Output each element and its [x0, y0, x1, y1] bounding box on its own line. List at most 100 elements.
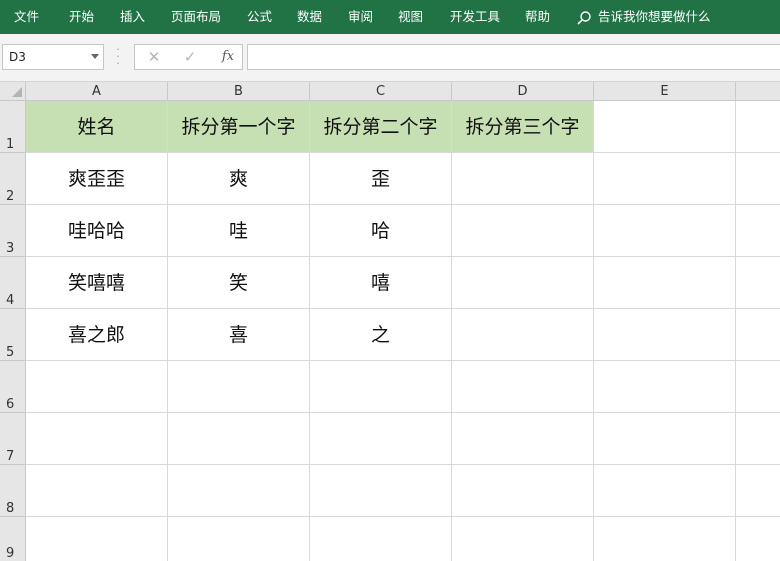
- cell-text: 拆分第二个字: [323, 116, 438, 138]
- tab-view[interactable]: 视图: [398, 0, 423, 34]
- column-header-d[interactable]: D: [452, 82, 594, 101]
- cell-a3[interactable]: 哇哈哈: [26, 205, 168, 257]
- cell-d5[interactable]: [452, 309, 594, 361]
- cell-b9[interactable]: [168, 517, 310, 561]
- cell-f7[interactable]: [736, 413, 780, 465]
- cancel-icon[interactable]: ✕: [139, 45, 169, 69]
- cell-a9[interactable]: [26, 517, 168, 561]
- cell-d7[interactable]: [452, 413, 594, 465]
- tab-file[interactable]: 文件: [14, 0, 39, 34]
- cell-f2[interactable]: [736, 153, 780, 205]
- spreadsheet-grid: A B C D E 1 2 3 4 5 6 7 8 9 姓名 拆分第一个字 拆分第二…: [0, 82, 780, 561]
- tab-insert[interactable]: 插入: [120, 0, 145, 34]
- cell-a6[interactable]: [26, 361, 168, 413]
- tab-page-layout[interactable]: 页面布局: [171, 0, 221, 34]
- row-number: 6: [6, 397, 15, 412]
- column-header-f[interactable]: [736, 82, 780, 101]
- cell-a4[interactable]: 笑嘻嘻: [26, 257, 168, 309]
- tab-data[interactable]: 数据: [297, 0, 322, 34]
- cell-b6[interactable]: [168, 361, 310, 413]
- cell-b1[interactable]: 拆分第一个字: [168, 101, 310, 153]
- cell-d1[interactable]: 拆分第三个字: [452, 101, 594, 153]
- cell-b2[interactable]: 爽: [168, 153, 310, 205]
- cell-f9[interactable]: [736, 517, 780, 561]
- cell-c8[interactable]: [310, 465, 452, 517]
- cell-e3[interactable]: [594, 205, 736, 257]
- cell-e5[interactable]: [594, 309, 736, 361]
- row-header-9[interactable]: 9: [0, 517, 26, 561]
- tab-formulas[interactable]: 公式: [247, 0, 272, 34]
- cell-a5[interactable]: 喜之郎: [26, 309, 168, 361]
- cell-e4[interactable]: [594, 257, 736, 309]
- row-header-8[interactable]: 8: [0, 465, 26, 517]
- cell-c2[interactable]: 歪: [310, 153, 452, 205]
- drag-handle-icon[interactable]: · · ·: [115, 44, 121, 69]
- cell-f6[interactable]: [736, 361, 780, 413]
- cell-text: 爽歪歪: [67, 168, 125, 190]
- enter-icon[interactable]: ✓: [175, 45, 205, 69]
- cell-a7[interactable]: [26, 413, 168, 465]
- cell-d3[interactable]: [452, 205, 594, 257]
- cell-d6[interactable]: [452, 361, 594, 413]
- cell-c4[interactable]: 嘻: [310, 257, 452, 309]
- row-header-6[interactable]: 6: [0, 361, 26, 413]
- column-header-a[interactable]: A: [26, 82, 168, 101]
- tab-review[interactable]: 审阅: [348, 0, 373, 34]
- chevron-down-icon[interactable]: [91, 54, 99, 59]
- cell-b5[interactable]: 喜: [168, 309, 310, 361]
- cell-text: 拆分第三个字: [465, 116, 580, 138]
- cell-e8[interactable]: [594, 465, 736, 517]
- cell-f8[interactable]: [736, 465, 780, 517]
- row-header-1[interactable]: 1: [0, 101, 26, 153]
- row-header-2[interactable]: 2: [0, 153, 26, 205]
- cell-c6[interactable]: [310, 361, 452, 413]
- cell-d8[interactable]: [452, 465, 594, 517]
- cell-f4[interactable]: [736, 257, 780, 309]
- select-all-corner[interactable]: [0, 82, 26, 101]
- cell-b8[interactable]: [168, 465, 310, 517]
- cell-text: 拆分第一个字: [181, 116, 296, 138]
- cell-f1[interactable]: [736, 101, 780, 153]
- cell-c5[interactable]: 之: [310, 309, 452, 361]
- cell-d9[interactable]: [452, 517, 594, 561]
- formula-input[interactable]: [247, 44, 780, 70]
- insert-function-icon[interactable]: fx: [213, 45, 243, 69]
- cell-e1[interactable]: [594, 101, 736, 153]
- cell-b4[interactable]: 笑: [168, 257, 310, 309]
- cell-f5[interactable]: [736, 309, 780, 361]
- row-header-4[interactable]: 4: [0, 257, 26, 309]
- row-number: 5: [6, 345, 15, 360]
- row-header-5[interactable]: 5: [0, 309, 26, 361]
- tab-home[interactable]: 开始: [69, 0, 94, 34]
- cell-e2[interactable]: [594, 153, 736, 205]
- cell-a2[interactable]: 爽歪歪: [26, 153, 168, 205]
- cell-f3[interactable]: [736, 205, 780, 257]
- tab-developer[interactable]: 开发工具: [450, 0, 500, 34]
- row-header-3[interactable]: 3: [0, 205, 26, 257]
- column-header-e[interactable]: E: [594, 82, 736, 101]
- row-header-7[interactable]: 7: [0, 413, 26, 465]
- cell-text: 歪: [370, 168, 390, 190]
- cell-text: 爽: [228, 168, 248, 190]
- cell-c3[interactable]: 哈: [310, 205, 452, 257]
- cell-text: 之: [370, 324, 390, 346]
- cell-c9[interactable]: [310, 517, 452, 561]
- name-box-value: D3: [9, 50, 26, 64]
- cell-b3[interactable]: 哇: [168, 205, 310, 257]
- cell-e6[interactable]: [594, 361, 736, 413]
- cell-d4[interactable]: [452, 257, 594, 309]
- tab-help[interactable]: 帮助: [525, 0, 550, 34]
- cell-e7[interactable]: [594, 413, 736, 465]
- cell-a1[interactable]: 姓名: [26, 101, 168, 153]
- name-box[interactable]: D3: [2, 44, 104, 70]
- cell-c7[interactable]: [310, 413, 452, 465]
- column-header-b[interactable]: B: [168, 82, 310, 101]
- cell-e9[interactable]: [594, 517, 736, 561]
- cell-text: 哇哈哈: [67, 220, 125, 242]
- cell-a8[interactable]: [26, 465, 168, 517]
- column-header-c[interactable]: C: [310, 82, 452, 101]
- cell-d2[interactable]: [452, 153, 594, 205]
- row-number: 3: [6, 241, 15, 256]
- cell-b7[interactable]: [168, 413, 310, 465]
- cell-c1[interactable]: 拆分第二个字: [310, 101, 452, 153]
